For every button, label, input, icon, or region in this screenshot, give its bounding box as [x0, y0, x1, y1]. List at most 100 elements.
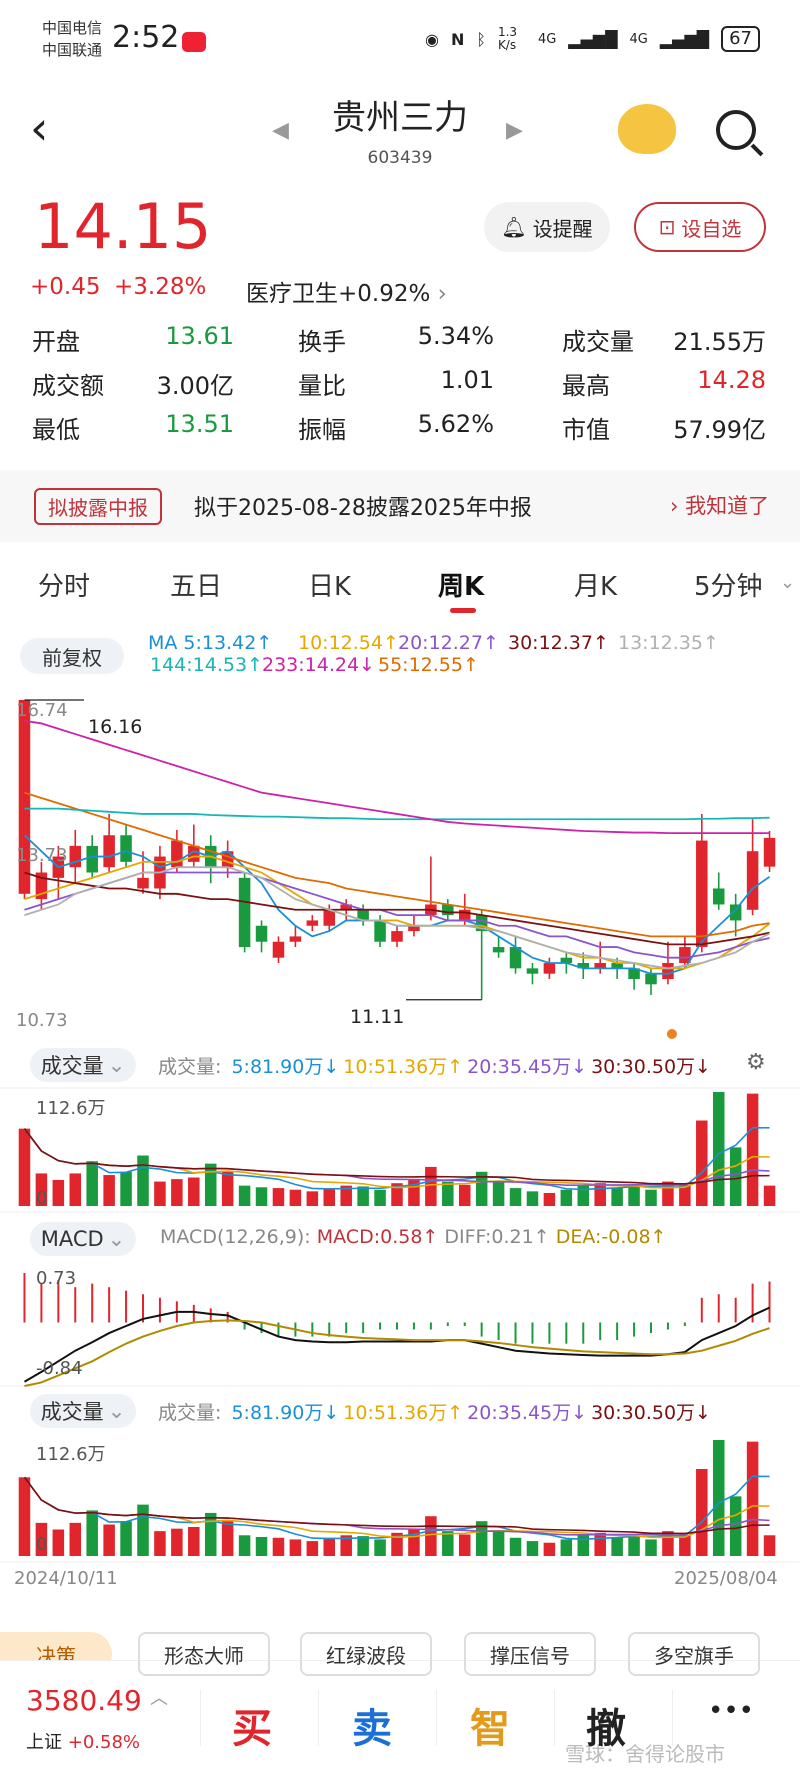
panel1-volume-bar [374, 1189, 386, 1206]
candle-body [442, 904, 454, 916]
panel2-volume-bar [442, 1531, 454, 1556]
panel2-volume-bar [374, 1539, 386, 1556]
panel2-volume-bar [272, 1537, 285, 1556]
set-alert-button[interactable]: 🔔︎ 设提醒 [484, 202, 610, 252]
more-icon[interactable]: ••• [708, 1696, 754, 1726]
volume-indicator-label-2: 成交量 [40, 1400, 104, 1424]
tab-3[interactable]: 周K [438, 566, 484, 603]
candle-body [255, 925, 268, 942]
divider [436, 1690, 437, 1746]
panel1-volume-bar [255, 1187, 268, 1206]
trade-action-1[interactable]: 卖 [352, 1696, 392, 1754]
panel1-volume-bar [204, 1163, 217, 1206]
stat-label: 最高 [562, 372, 610, 400]
date-end: 2025/08/04 [674, 1568, 778, 1589]
panel2-volume-bar [69, 1522, 82, 1556]
panel1-volume-bar [763, 1185, 776, 1206]
bell-icon: 🔔︎ [501, 215, 527, 239]
panel1-volume-bar [103, 1175, 115, 1206]
panel1-volume-bar [442, 1181, 454, 1206]
ma10-line [24, 855, 771, 970]
tab-4[interactable]: 月K [574, 566, 617, 603]
panel1-volume-bar [425, 1166, 437, 1206]
volume-indicator-button-2[interactable]: 成交量 ⌄ [30, 1394, 136, 1428]
panel2-volume-bar [425, 1516, 437, 1556]
diff-value: DIFF:0.21↑ [444, 1226, 550, 1248]
stock-code: 603439 [367, 148, 433, 168]
trade-action-0[interactable]: 买 [232, 1696, 272, 1754]
panel1-volume-bar [52, 1179, 65, 1206]
volume-legend-1: 成交量: 5:81.90万↓ 10:51.36万↑ 20:35.45万↓ 30:30.… [158, 1052, 715, 1079]
candle-body [137, 877, 149, 889]
add-favorite-button[interactable]: ⊡ 设自选 [634, 202, 766, 252]
candle-body [645, 973, 657, 985]
volume-legend-item: 10:51.36万↑ [343, 1402, 464, 1424]
volume-indicator-button-1[interactable]: 成交量 ⌄ [30, 1048, 136, 1082]
panel1-volume-bar [492, 1181, 505, 1206]
panel1-vol-ma30-line [23, 1128, 770, 1185]
trade-action-2[interactable]: 智 [470, 1696, 510, 1754]
tab-1[interactable]: 五日 [170, 566, 222, 603]
chevron-down-icon[interactable]: ⌄ [780, 572, 795, 593]
index-change: +0.58% [67, 1732, 140, 1753]
tool-button-0[interactable]: 形态大师 [138, 1632, 270, 1676]
stat-label: 振幅 [298, 416, 346, 444]
chevron-down-icon: ⌄ [107, 1227, 126, 1251]
candle-body [391, 931, 403, 942]
kline-chart[interactable] [0, 690, 800, 1710]
panel2-volume-bar [357, 1536, 369, 1556]
volume-legend-item: 30:30.50万↓ [591, 1056, 711, 1078]
candle-body [272, 941, 285, 958]
panel1-volume-bar [357, 1186, 369, 1206]
dea-value: DEA:-0.08↑ [555, 1226, 667, 1248]
search-icon[interactable] [716, 110, 756, 150]
mascot-icon[interactable] [618, 104, 676, 154]
ma-item: 233:14.24↓ [262, 654, 375, 676]
macd-indicator-button[interactable]: MACD ⌄ [30, 1222, 136, 1256]
candle-body [120, 835, 132, 862]
panel1-volume-bar [746, 1093, 759, 1206]
tool-button-2[interactable]: 撑压信号 [464, 1632, 596, 1676]
tab-0[interactable]: 分时 [38, 566, 90, 603]
volume-legend-item: 成交量: [158, 1056, 228, 1078]
panel1-volume-bar [543, 1192, 556, 1206]
chevron-down-icon: ⌄ [107, 1053, 126, 1077]
stat-value: 57.99亿 [673, 416, 766, 444]
panel1-volume-bar [188, 1177, 200, 1206]
sector-link[interactable]: 医疗卫生+0.92% › [246, 274, 447, 308]
trade-action-3[interactable]: 撤 [586, 1696, 626, 1754]
ma-item: MA 5:13.42↑ [148, 632, 273, 654]
panel1-volume-bar [137, 1155, 149, 1206]
tab-5[interactable]: 5分钟 [694, 566, 763, 603]
index-value[interactable]: 3580.49 [26, 1684, 142, 1717]
adjust-mode-button[interactable]: 前复权 [20, 638, 124, 674]
chevron-right-icon: › [437, 281, 447, 307]
panel1-volume-bar [69, 1173, 82, 1206]
panel2-volume-bar [188, 1527, 200, 1556]
chevron-up-icon[interactable]: ︿ [150, 1684, 168, 1710]
carrier-2: 中国联通 [42, 41, 103, 59]
panel2-volume-bar [746, 1441, 759, 1556]
adjust-mode-label: 前复权 [42, 645, 102, 670]
price-change: +0.45 [30, 274, 101, 300]
panel1-volume-bar [323, 1188, 336, 1206]
panel1-volume-bar [560, 1189, 573, 1206]
panel2-volume-bar [120, 1521, 132, 1556]
panel2-volume-bar [645, 1539, 657, 1556]
tool-button-1[interactable]: 红绿波段 [300, 1632, 432, 1676]
tool-button-3[interactable]: 多空旗手 [628, 1632, 760, 1676]
add-favorite-label: 设自选 [681, 216, 742, 241]
tab-2[interactable]: 日K [308, 566, 351, 603]
panel2-volume-bar [103, 1524, 115, 1556]
dismiss-notice-button[interactable]: › 我知道了 [670, 490, 769, 520]
panel1-volume-bar [611, 1188, 623, 1206]
candle-body [306, 920, 319, 926]
candle-body [746, 851, 759, 910]
settings-icon[interactable]: ⚙ [746, 1050, 766, 1075]
high-label: 16.16 [88, 716, 143, 738]
ma-item: 30:12.37↑ [508, 632, 609, 654]
index-name: 上证 [26, 1732, 62, 1753]
dismiss-notice-label: 我知道了 [685, 494, 770, 518]
volume-axis-zero-2: 0 [36, 1534, 48, 1555]
candle-body [662, 963, 674, 980]
